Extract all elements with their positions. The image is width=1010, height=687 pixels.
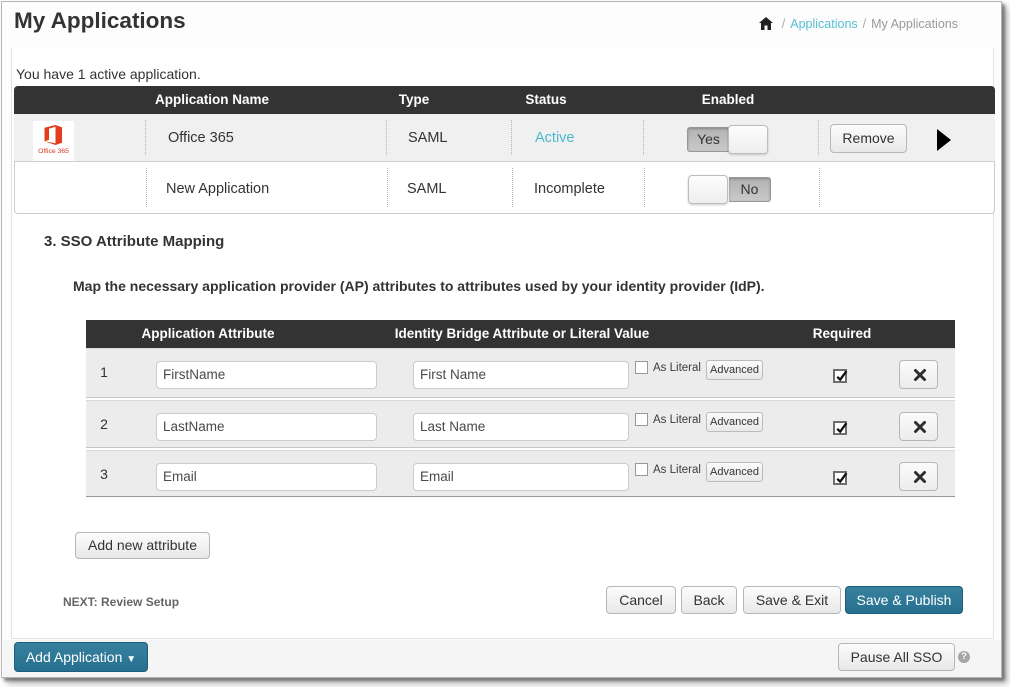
svg-text:Office 365: Office 365 bbox=[38, 148, 69, 155]
